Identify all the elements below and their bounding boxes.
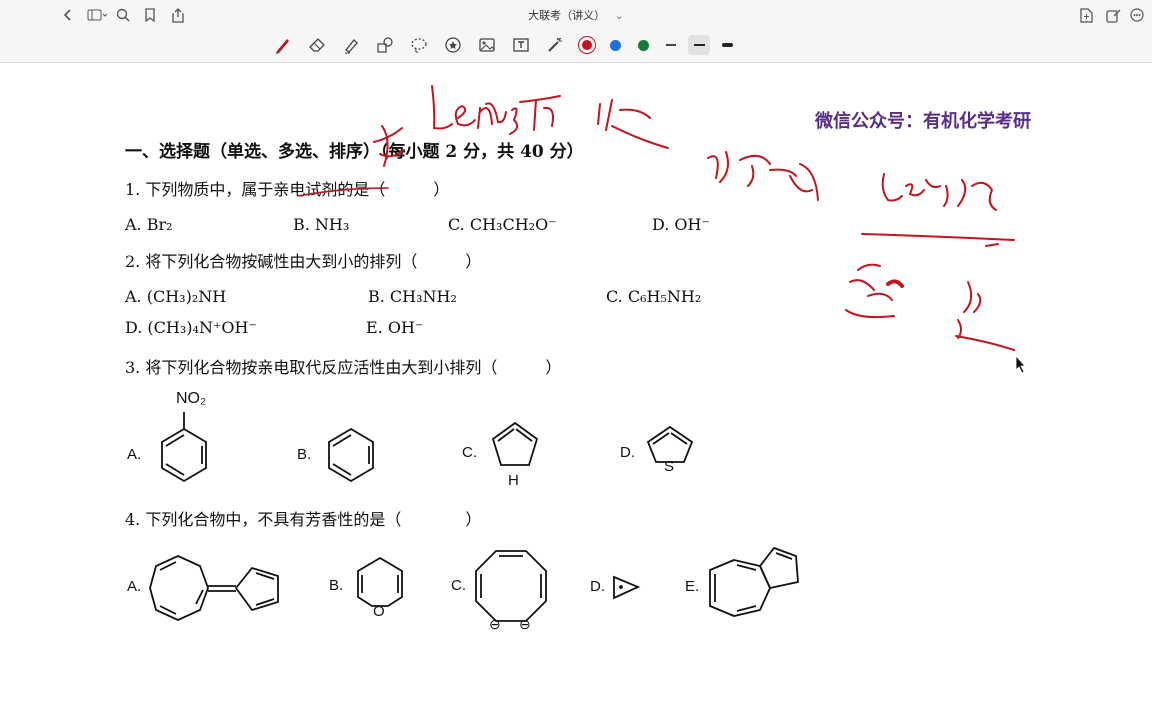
watermark-text: 微信公众号：有机化学考研 [815,111,1031,132]
chevron-down-icon: ⌄ [614,9,624,22]
add-page-icon[interactable] [1078,5,1094,25]
document-title: 大联考（讲义） [528,9,606,22]
laser-pointer-icon[interactable] [544,35,566,55]
highlighter-icon[interactable] [340,35,362,55]
q2-option-c: C. C₆H₅NH₂ [606,287,702,306]
q2-option-a: A. (CH₃)₂NH [125,287,227,306]
pyrrole-nh-label: H [508,472,519,489]
shapes-icon[interactable] [374,35,396,55]
color-green-swatch[interactable] [632,35,654,55]
q2-option-e: E. OH⁻ [366,318,424,337]
q4-label-e: E. [685,578,700,595]
q4-label-c: C. [451,577,466,594]
q2-option-b: B. CH₃NH₂ [368,287,457,306]
nitro-group-label: NO₂ [176,390,207,407]
q2-option-d: D. (CH₃)₄N⁺OH⁻ [125,318,257,337]
question-3-text: 3. 将下列化合物按亲电取代反应活性由大到小排列（ ） [125,358,562,377]
q4-label-b: B. [329,577,344,594]
sticker-icon[interactable] [442,35,464,55]
q4-label-a: A. [127,578,142,595]
question-1-text: 1. 下列物质中，属于亲电试剂的是（ ） [125,180,450,199]
question-4-text: 4. 下列化合物中，不具有芳香性的是（ ） [125,510,482,529]
stroke-thin-option[interactable] [660,35,682,55]
lasso-icon[interactable] [408,35,430,55]
q3-label-c: C. [462,444,477,461]
q1-option-a: A. Br₂ [125,215,173,234]
pyran-oxygen-label: O [373,603,385,620]
thiophene-s-label: S [664,458,675,475]
color-blue-swatch[interactable] [604,35,626,55]
window-title[interactable]: 大联考（讲义） ⌄ [0,7,1152,23]
q1-option-c: C. CH₃CH₂O⁻ [448,215,557,234]
q3-label-b: B. [297,446,312,463]
edit-icon[interactable] [1105,5,1121,25]
section-heading: 一、选择题（单选、多选、排序）（每小题 2 分，共 40 分） [125,142,584,162]
anion-charge-label-1: ⊖ [489,616,501,632]
q3-label-a: A. [127,446,142,463]
q1-option-b: B. NH₃ [293,215,350,234]
color-red-swatch[interactable] [576,35,598,55]
stroke-medium-option[interactable] [688,35,710,55]
title-bar: 大联考（讲义） ⌄ [0,0,1152,29]
q3-label-d: D. [620,444,635,461]
anion-charge-label-2: ⊖ [519,616,531,632]
question-2-text: 2. 将下列化合物按碱性由大到小的排列（ ） [125,252,482,271]
eraser-icon[interactable] [306,35,328,55]
text-box-icon[interactable] [510,35,532,55]
more-icon[interactable] [1130,5,1148,25]
stroke-thick-option[interactable] [716,35,738,55]
q1-option-d: D. OH⁻ [652,215,710,234]
image-icon[interactable] [476,35,498,55]
q4-label-d: D. [590,578,605,595]
pen-icon[interactable] [272,35,294,55]
